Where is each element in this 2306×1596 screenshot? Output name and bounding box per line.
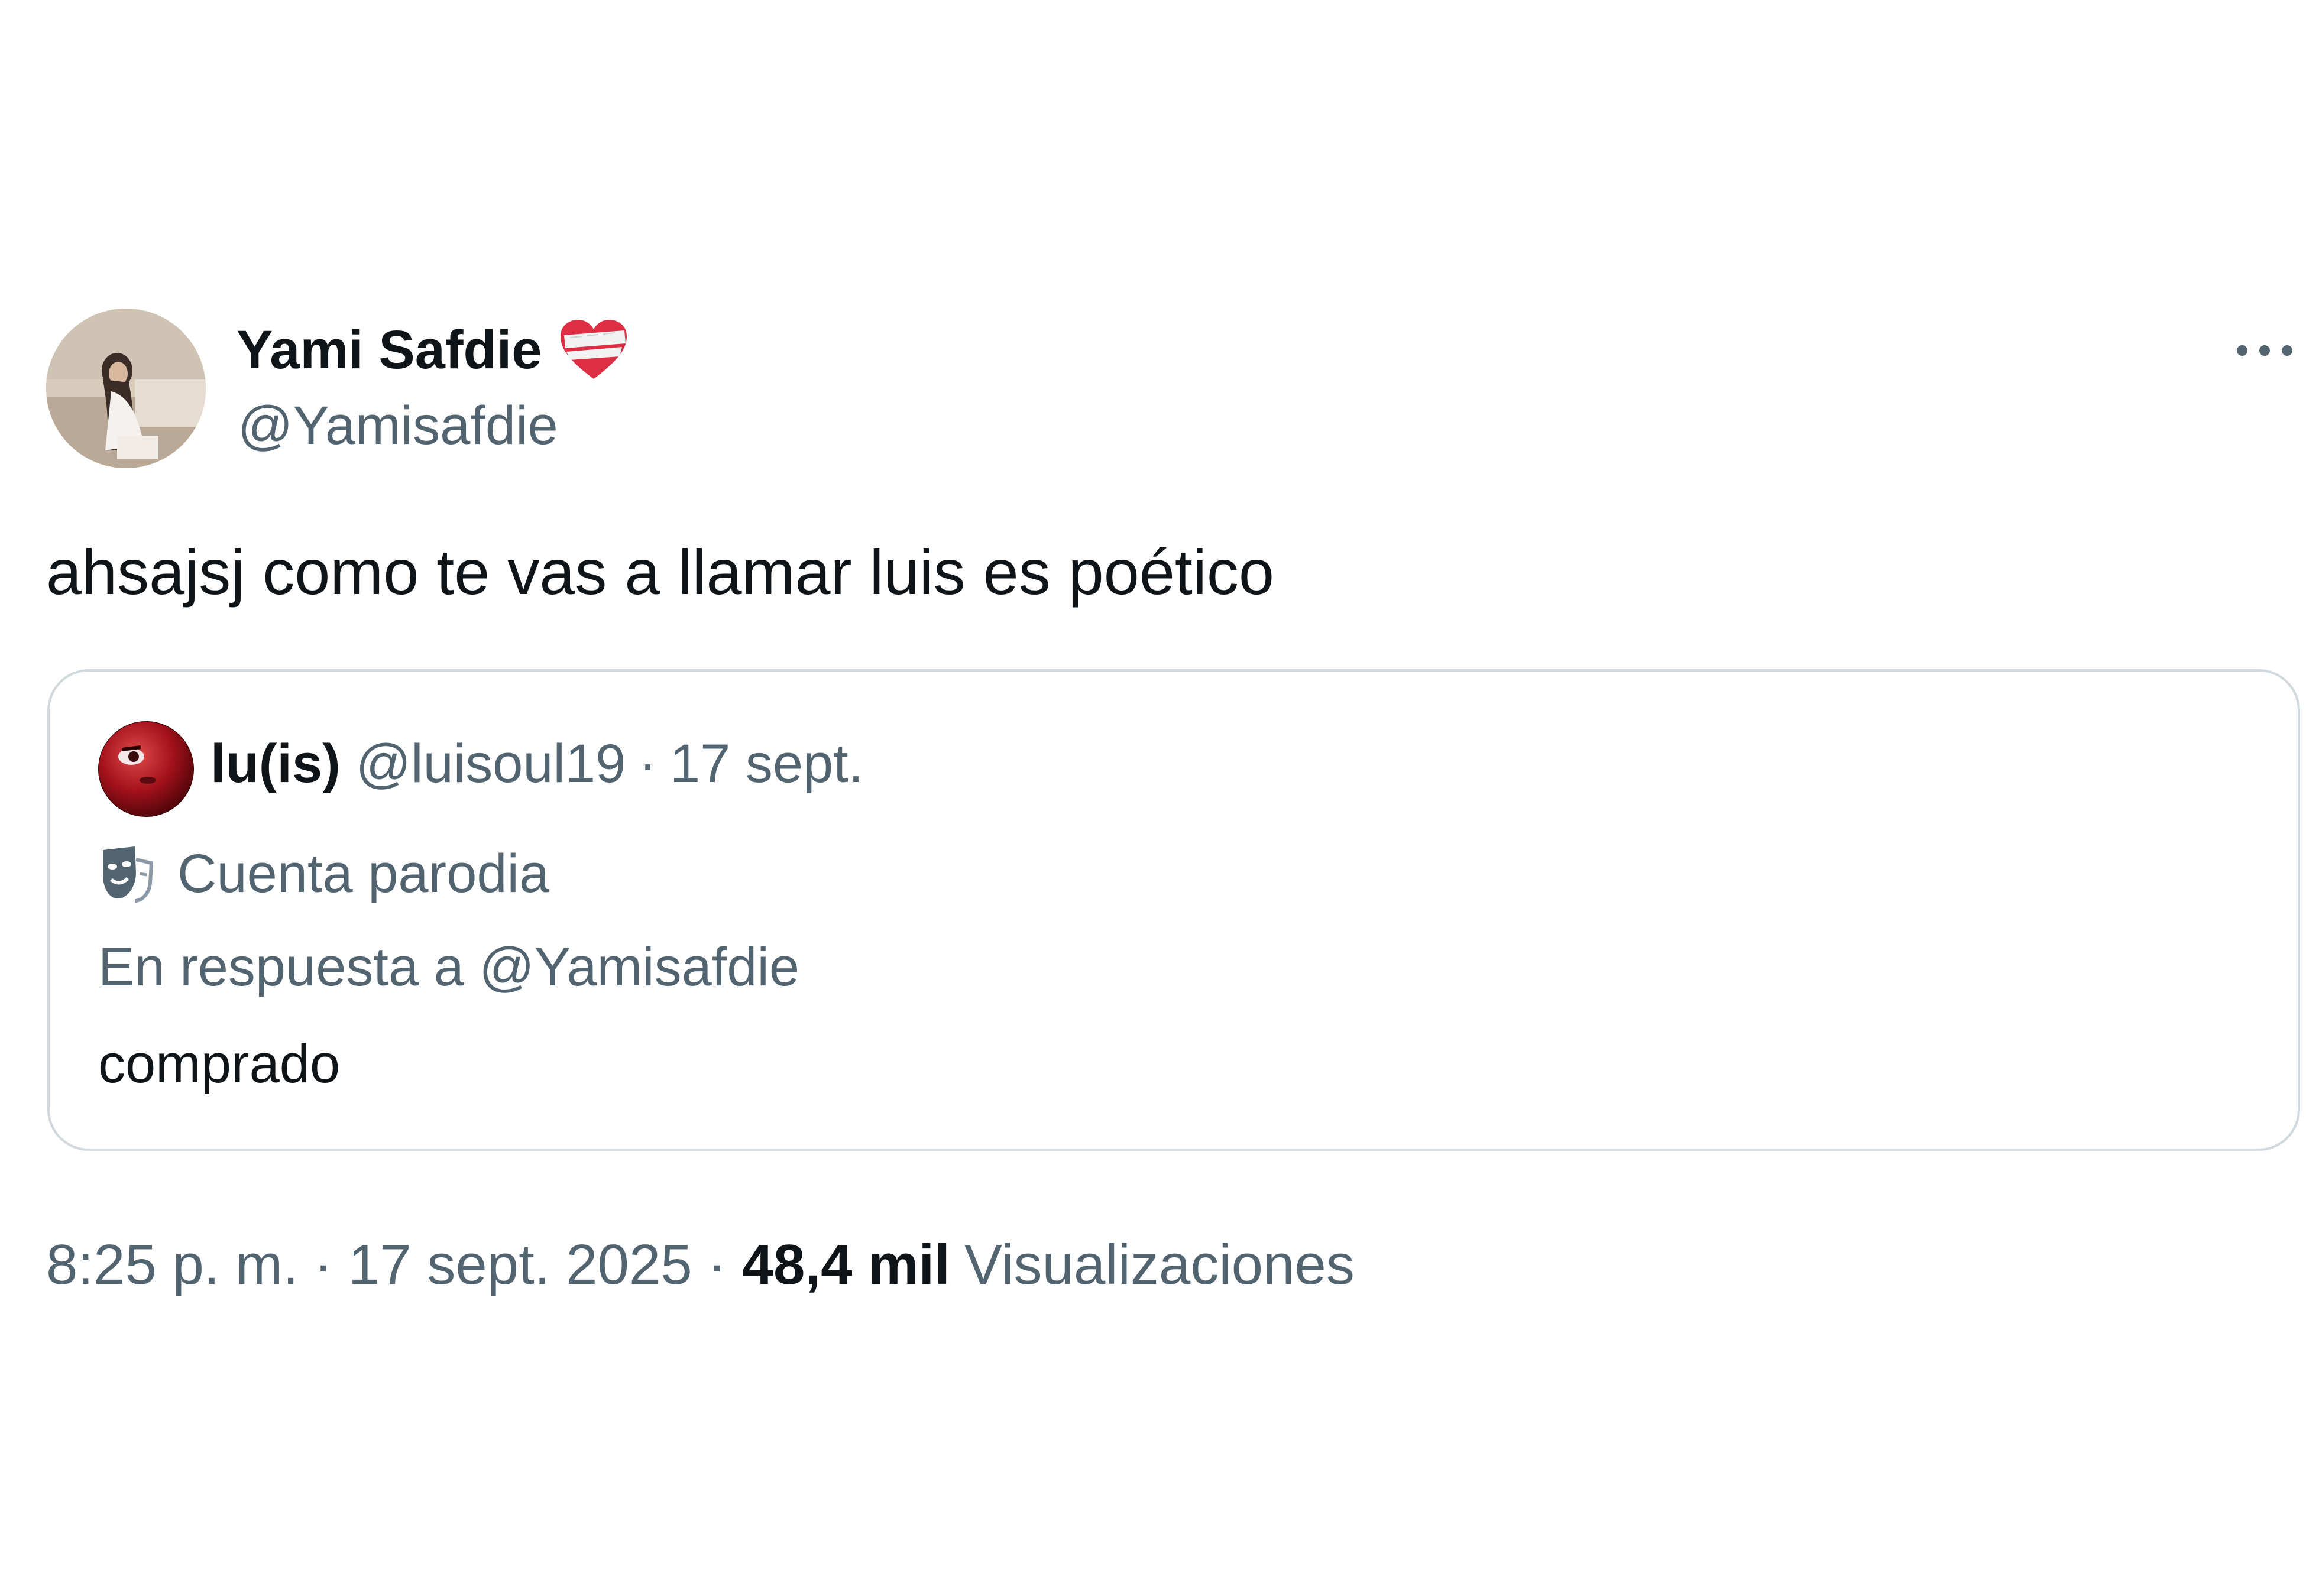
quote-author-name[interactable]: lu(is) [210, 733, 341, 795]
more-horizontal-icon [2237, 345, 2292, 356]
more-options-button[interactable] [2229, 324, 2300, 377]
tweet: Yami Safdie @Yamisafdie ahsajsj como te … [0, 0, 2306, 1596]
quote-author-handle[interactable]: @luisoul19 [356, 733, 626, 795]
theater-mask-icon [98, 844, 155, 903]
views-label[interactable]: Visualizaciones [964, 1232, 1355, 1297]
tweet-date[interactable]: 17 sept. 2025 [348, 1232, 692, 1297]
separator-dot: · [639, 734, 657, 794]
separator-dot: · [313, 1233, 333, 1296]
tweet-text: ahsajsj como te vas a llamar luis es poé… [46, 536, 1274, 608]
parody-account-label: Cuenta parodia [98, 838, 549, 909]
quote-text: comprado [98, 1034, 341, 1094]
quoted-tweet-card[interactable]: lu(is) @luisoul19 · 17 sept. Cuenta paro… [47, 669, 2300, 1151]
quote-author-avatar[interactable] [98, 721, 194, 817]
author-avatar[interactable] [46, 309, 206, 468]
heart-bandage-emoji-icon [558, 317, 629, 382]
parody-label-text: Cuenta parodia [177, 843, 550, 904]
quote-date[interactable]: 17 sept. [670, 733, 863, 795]
author-handle[interactable]: @Yamisafdie [238, 395, 558, 457]
author-name[interactable]: Yami Safdie [237, 319, 542, 381]
tweet-time[interactable]: 8:25 p. m. [46, 1232, 299, 1297]
tweet-metadata: 8:25 p. m. · 17 sept. 2025 · 48,4 mil Vi… [46, 1232, 1355, 1297]
author-name-row: Yami Safdie [237, 314, 629, 385]
separator-dot: · [707, 1233, 727, 1296]
quote-header: lu(is) @luisoul19 · 17 sept. [210, 733, 863, 795]
views-count[interactable]: 48,4 mil [742, 1232, 950, 1297]
reply-context: En respuesta a @Yamisafdie [98, 937, 800, 997]
